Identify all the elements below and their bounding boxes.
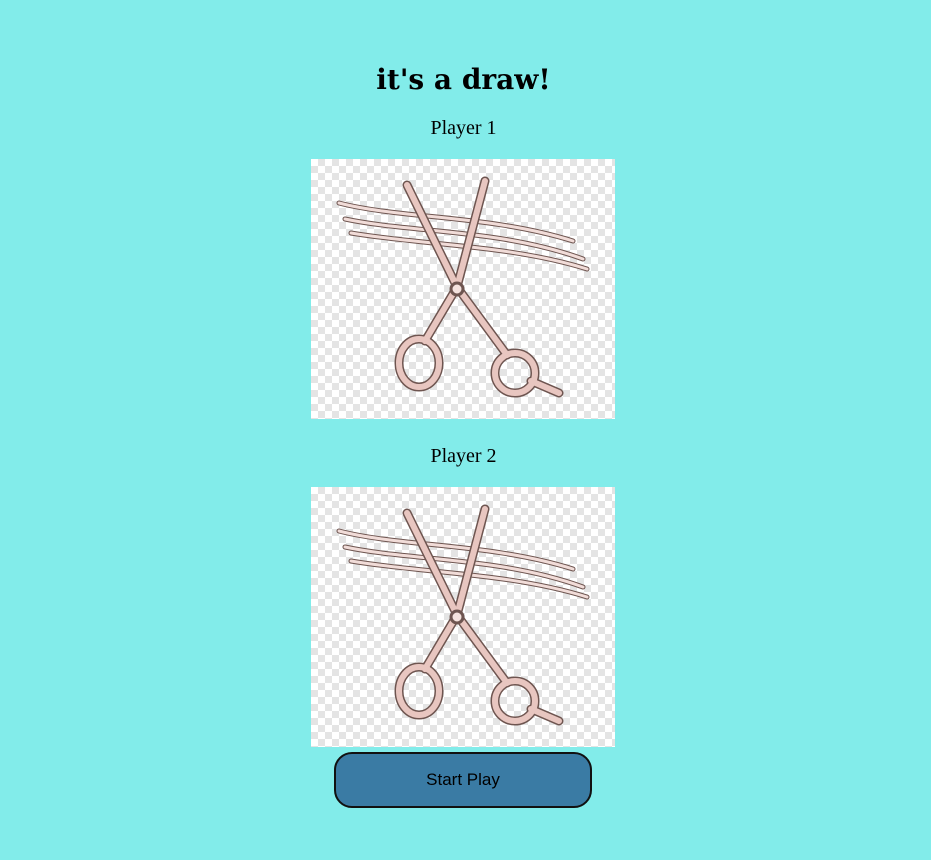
result-title: it's a draw!: [376, 63, 551, 96]
player-2-label: Player 2: [430, 445, 497, 467]
game-screen: it's a draw! Player 1 Player 2 Start Pla…: [0, 0, 931, 860]
player-1-choice-image: [311, 159, 615, 419]
player-1-label: Player 1: [430, 117, 497, 139]
scissors-icon: [336, 176, 590, 398]
scissors-icon: [336, 504, 590, 726]
start-play-button[interactable]: Start Play: [334, 752, 592, 808]
player-2-choice-image: [311, 487, 615, 747]
